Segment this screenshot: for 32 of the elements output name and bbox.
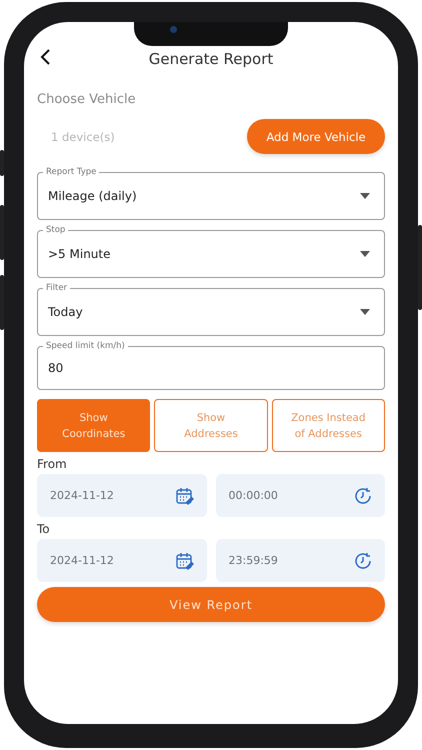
add-vehicle-button[interactable]: Add More Vehicle (247, 119, 385, 154)
field-value: 00:00:00 (228, 489, 278, 502)
calendar-icon[interactable] (174, 550, 194, 570)
field-value: Today (48, 305, 83, 319)
range-label: To (37, 521, 51, 537)
field-label: Report Type (43, 166, 100, 178)
option-toggle[interactable]: Show Coordinates (37, 399, 150, 452)
section-label: Choose Vehicle (37, 92, 137, 107)
date-field[interactable]: 2024-11-12 (37, 539, 206, 582)
date-field[interactable]: 2024-11-12 (37, 474, 206, 517)
dropdown-caret-icon (360, 193, 370, 199)
dropdown-caret-icon (360, 309, 370, 315)
field-label: Speed limit (km/h) (43, 340, 128, 352)
field-value: 2024-11-12 (50, 554, 114, 567)
field-value: Mileage (daily) (48, 189, 137, 203)
option-toggle[interactable]: Show Addresses (154, 399, 268, 452)
page-title: Generate Report (148, 50, 274, 68)
calendar-icon[interactable] (174, 486, 194, 506)
field-value: >5 Minute (48, 247, 110, 261)
range-label: From (37, 456, 68, 472)
field-value: 2024-11-12 (50, 489, 114, 502)
field-label: Stop (43, 224, 68, 236)
device-count: 1 device(s) (50, 130, 115, 144)
clock-icon[interactable] (353, 486, 373, 506)
view-report-button[interactable]: View Report (37, 587, 385, 622)
field-value: 80 (48, 361, 64, 375)
clock-icon[interactable] (353, 550, 373, 570)
time-field[interactable]: 00:00:00 (216, 474, 385, 517)
dropdown-caret-icon (360, 251, 370, 257)
option-toggle[interactable]: Zones Instead of Addresses (272, 399, 385, 452)
field-value: 23:59:59 (228, 554, 278, 567)
time-field[interactable]: 23:59:59 (216, 539, 385, 582)
